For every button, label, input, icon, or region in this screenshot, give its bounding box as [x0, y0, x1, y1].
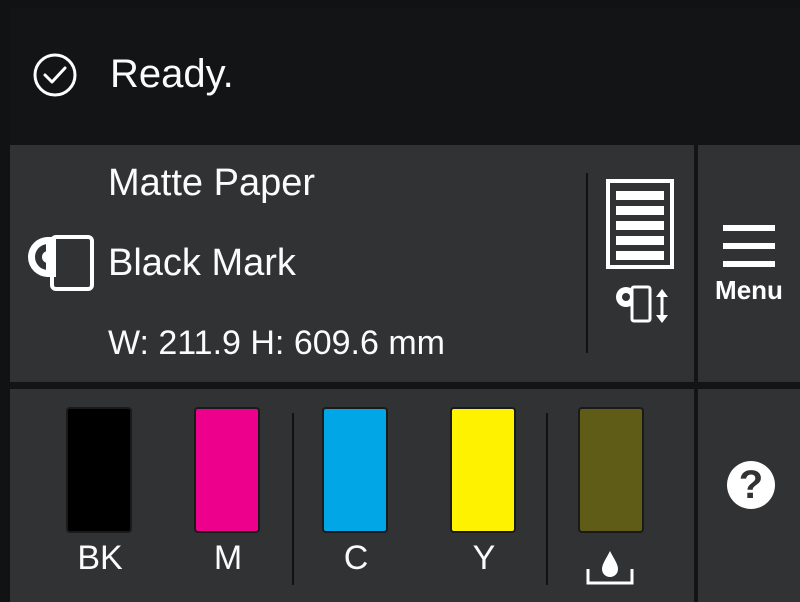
ink-cartridge-c [324, 409, 386, 531]
divider [586, 173, 588, 353]
maintenance-box-icon [586, 551, 634, 585]
paper-layout-button[interactable] [596, 179, 686, 339]
ink-label-c: C [343, 539, 369, 577]
hamburger-menu-icon [723, 225, 775, 267]
paper-type: Matte Paper [108, 162, 315, 204]
status-bar: Ready. [10, 8, 800, 142]
divider [546, 413, 548, 585]
ink-cartridge-m [196, 409, 258, 531]
paper-mark-setting: Black Mark [108, 242, 296, 284]
question-mark-icon: ? [727, 461, 775, 509]
paper-settings-panel[interactable]: Matte Paper Black Mark W: 211.9 H: 609.6… [10, 145, 694, 382]
ink-levels-panel[interactable]: BK M C Y [10, 389, 694, 602]
ink-cartridge-y [452, 409, 514, 531]
help-button[interactable]: ? [698, 389, 800, 602]
menu-label: Menu [715, 275, 783, 305]
ink-label-y: Y [472, 539, 496, 577]
printer-display: Ready. Matte Paper Black Mark W: 211.9 H… [10, 8, 800, 602]
menu-button[interactable]: Menu [698, 145, 800, 382]
maintenance-box-level [580, 409, 642, 531]
paper-size: W: 211.9 H: 609.6 mm [108, 324, 445, 362]
paper-roll-icon [28, 235, 94, 291]
status-text: Ready. [110, 52, 234, 96]
help-panel: ? [698, 389, 800, 602]
ink-label-m: M [213, 539, 243, 577]
ink-label-bk: BK [77, 539, 123, 577]
print-layout-icon [606, 179, 674, 269]
menu-panel: Menu [698, 145, 800, 382]
roll-feed-adjust-icon [616, 285, 668, 323]
check-circle-icon [33, 53, 77, 97]
ink-cartridge-bk [68, 409, 130, 531]
divider [292, 413, 294, 585]
